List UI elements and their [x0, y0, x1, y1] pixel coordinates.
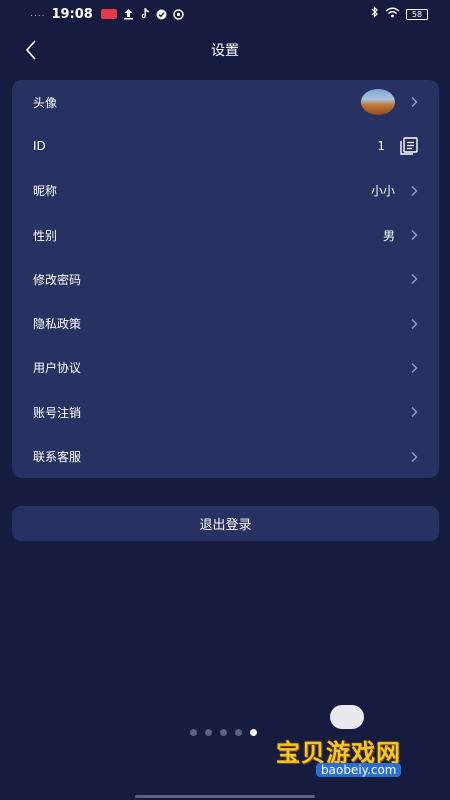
upload-icon	[123, 8, 134, 20]
chevron-right-icon	[411, 318, 418, 329]
nickname-value: 小小	[370, 184, 395, 199]
page-dot	[220, 729, 227, 736]
gender-value: 男	[382, 228, 395, 243]
settings-row-label: 修改密码	[33, 272, 82, 287]
home-indicator	[135, 795, 315, 798]
chevron-left-icon	[25, 40, 36, 60]
settings-row-gender[interactable]: 性别 男	[12, 213, 439, 257]
watermark: 宝贝游戏网 baobeiy.com	[268, 705, 428, 785]
logout-button[interactable]: 退出登录	[12, 506, 439, 541]
nav-bar: 设置	[0, 28, 450, 72]
app-notification-icon	[100, 9, 117, 19]
settings-row-id: ID 1	[12, 124, 439, 168]
settings-row-label: 隐私政策	[33, 317, 82, 332]
status-time: 19:08	[51, 6, 93, 22]
settings-row-nickname[interactable]: 昵称 小小	[12, 169, 439, 213]
sync-icon	[173, 8, 184, 20]
chevron-right-icon	[411, 185, 418, 196]
chevron-right-icon	[411, 274, 418, 285]
settings-row-privacy-policy[interactable]: 隐私政策	[12, 301, 439, 345]
page-dot	[235, 729, 242, 736]
tiktok-icon	[140, 8, 150, 20]
settings-row-user-agreement[interactable]: 用户协议	[12, 346, 439, 390]
settings-row-label: 联系客服	[33, 450, 82, 465]
id-value: 1	[377, 139, 385, 154]
back-button[interactable]	[18, 36, 44, 64]
settings-row-change-password[interactable]: 修改密码	[12, 257, 439, 301]
page-indicator	[190, 729, 257, 736]
watermark-url: baobeiy.com	[316, 763, 402, 777]
settings-row-label: 账号注销	[33, 405, 82, 420]
check-circle-icon	[156, 9, 167, 20]
settings-row-label: 头像	[33, 95, 58, 110]
settings-row-label: ID	[33, 139, 46, 154]
wifi-icon	[385, 7, 400, 22]
page-dot	[205, 729, 212, 736]
bluetooth-icon	[371, 6, 379, 22]
chevron-right-icon	[411, 97, 418, 108]
chevron-right-icon	[411, 230, 418, 241]
settings-row-avatar[interactable]: 头像	[12, 80, 439, 124]
battery-icon: 58	[406, 8, 428, 20]
settings-row-label: 昵称	[33, 184, 58, 199]
page-dot-active	[250, 729, 257, 736]
copy-icon[interactable]	[399, 137, 419, 156]
page-title: 设置	[211, 43, 239, 59]
chevron-right-icon	[411, 362, 418, 373]
avatar	[361, 89, 395, 116]
chevron-right-icon	[411, 451, 418, 462]
gamepad-icon	[330, 705, 364, 729]
page-dot	[190, 729, 197, 736]
settings-row-contact-service[interactable]: 联系客服	[12, 434, 439, 478]
chevron-right-icon	[411, 407, 418, 418]
status-bar: .... 19:08 58	[0, 0, 450, 28]
settings-row-account-cancel[interactable]: 账号注销	[12, 390, 439, 434]
settings-row-label: 用户协议	[33, 361, 82, 376]
signal-icon: ....	[30, 9, 46, 19]
settings-list: 头像 ID 1 昵称 小小 性别 男 修改密码 隐私政策 用户协议 账号注销 联…	[12, 80, 439, 478]
settings-row-label: 性别	[33, 228, 58, 243]
